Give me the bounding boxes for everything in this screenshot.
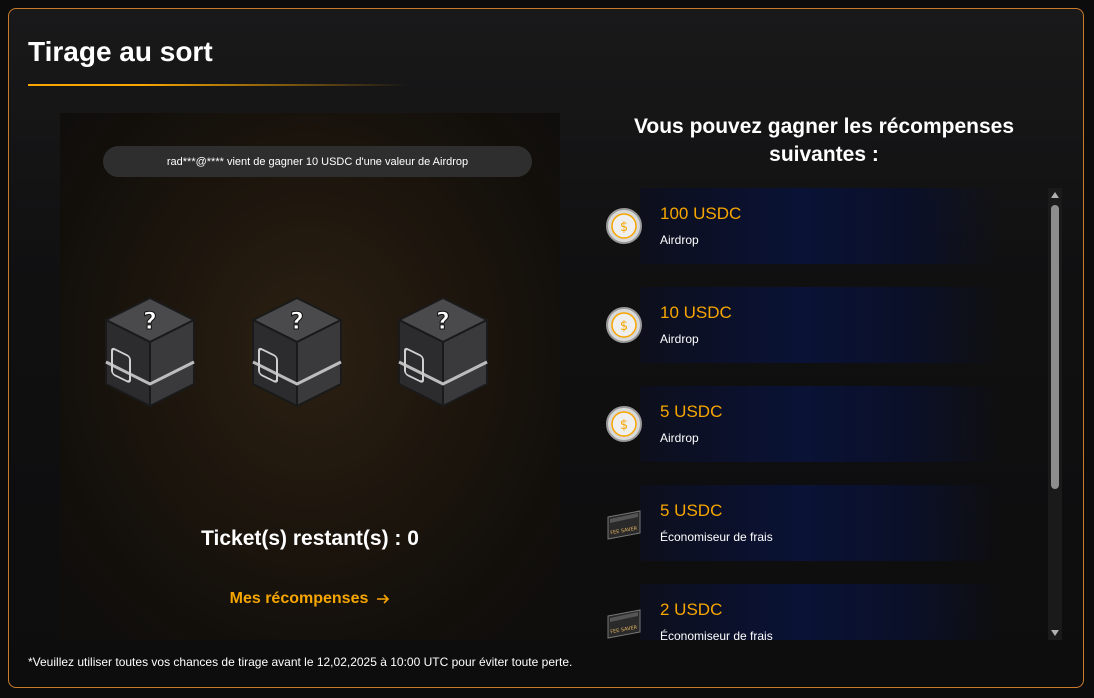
scroll-down-icon[interactable] [1048, 626, 1062, 640]
reward-type: Airdrop [660, 431, 699, 445]
usdc-coin-icon: $ [606, 406, 642, 442]
reward-amount: 5 USDC [660, 501, 723, 520]
fee-saver-icon: FEE SAVER [607, 510, 641, 540]
svg-text:$: $ [620, 319, 628, 334]
usdc-coin-icon: $ [606, 307, 642, 343]
title-underline [28, 84, 408, 86]
my-rewards-link[interactable]: Mes récompenses [60, 590, 560, 608]
my-rewards-label: Mes récompenses [229, 590, 369, 607]
scroll-up-icon[interactable] [1048, 188, 1062, 202]
reward-type: Économiseur de frais [660, 530, 773, 544]
reward-list[interactable]: $ 100 USDC Airdrop $ 10 USDC Airdrop $ 5… [600, 188, 1046, 640]
mystery-box-icon[interactable]: ? [395, 296, 491, 408]
svg-text:$: $ [620, 220, 628, 235]
reward-amount: 5 USDC [660, 402, 723, 421]
reward-type: Airdrop [660, 332, 699, 346]
mystery-box-icon[interactable]: ? [102, 296, 198, 408]
reward-amount: 10 USDC [660, 303, 732, 322]
reward-amount: 2 USDC [660, 600, 723, 619]
tickets-remaining: Ticket(s) restant(s) : 0 [201, 527, 419, 550]
list-item: $ 5 USDC Airdrop [600, 386, 1046, 462]
scroll-thumb[interactable] [1051, 205, 1059, 489]
arrow-right-icon [377, 594, 390, 604]
svg-text:$: $ [620, 418, 628, 433]
svg-text:?: ? [436, 307, 450, 335]
usdc-coin-icon: $ [606, 208, 642, 244]
svg-text:?: ? [143, 307, 157, 335]
winner-ticker: rad***@**** vient de gagner 10 USDC d'un… [103, 146, 532, 177]
reward-type: Économiseur de frais [660, 629, 773, 640]
svg-text:?: ? [290, 307, 304, 335]
list-item: $ 100 USDC Airdrop [600, 188, 1046, 264]
rewards-heading: Vous pouvez gagner les récompenses suiva… [633, 115, 1015, 166]
reward-amount: 100 USDC [660, 204, 742, 223]
reward-type: Airdrop [660, 233, 699, 247]
list-item: FEE SAVER 2 USDC Économiseur de frais [600, 584, 1046, 640]
reward-list-scrollbar[interactable] [1048, 188, 1062, 640]
page-title: Tirage au sort [28, 36, 213, 67]
fee-saver-icon: FEE SAVER [607, 609, 641, 639]
list-item: $ 10 USDC Airdrop [600, 287, 1046, 363]
mystery-box-icon[interactable]: ? [249, 296, 345, 408]
list-item: FEE SAVER 5 USDC Économiseur de frais [600, 485, 1046, 561]
deadline-footnote: *Veuillez utiliser toutes vos chances de… [28, 655, 573, 669]
